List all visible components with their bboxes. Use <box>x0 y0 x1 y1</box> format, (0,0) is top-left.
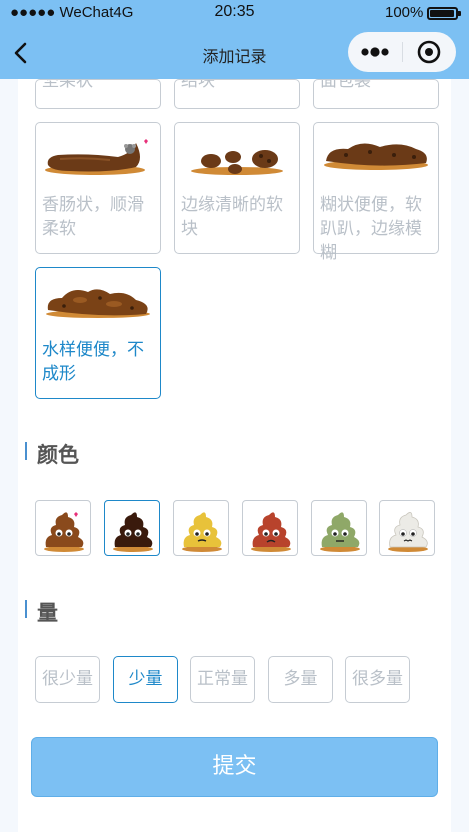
stool-type-label: 水样便便，不成形 <box>42 340 144 384</box>
status-bar: ●●●●● WeChat4G 20:35 100% <box>0 0 469 26</box>
stool-type-label: 边缘清晰的软块 <box>181 195 283 239</box>
stool-type-option-cracked[interactable]: 面包裂 <box>313 79 439 109</box>
stool-type-option-nut[interactable]: 坚果状 <box>35 79 161 109</box>
mushy-stool-illustration <box>324 143 428 170</box>
color-swatch-yellow[interactable] <box>173 500 229 556</box>
section-accent-bar <box>25 442 27 460</box>
watery-stool-illustration <box>46 289 150 318</box>
red-poop-icon <box>251 512 291 552</box>
amount-option-more[interactable]: 多量 <box>268 656 333 703</box>
color-swatch-green[interactable] <box>311 500 367 556</box>
stool-type-label: 结块 <box>181 79 215 91</box>
color-swatch-red[interactable] <box>242 500 298 556</box>
amount-option-very-little[interactable]: 很少量 <box>35 656 100 703</box>
more-dots-icon[interactable] <box>348 32 402 72</box>
battery-percent: 100% <box>385 4 424 21</box>
stool-type-option-mushy[interactable]: 糊状便便，软趴趴，边缘模糊 <box>313 122 439 263</box>
stool-type-label: 面包裂 <box>320 79 371 91</box>
section-accent-bar <box>25 600 27 618</box>
soft-blobs-stool-illustration <box>191 150 283 175</box>
stool-type-label: 香肠状，顺滑柔软 <box>42 195 144 239</box>
submit-button[interactable]: 提交 <box>31 737 438 797</box>
stool-type-label: 坚果状 <box>42 79 93 91</box>
stool-type-option-lumpy[interactable]: 结块 <box>174 79 300 109</box>
amount-option-a-lot[interactable]: 很多量 <box>345 656 410 703</box>
dark-brown-poop-icon <box>113 512 153 552</box>
color-swatch-brown[interactable] <box>35 500 91 556</box>
navigation-bar: 添加记录 <box>0 26 469 79</box>
stool-type-label: 糊状便便，软趴趴，边缘模糊 <box>320 195 422 263</box>
color-swatch-dark-brown[interactable] <box>104 500 160 556</box>
sausage-stool-illustration <box>45 139 148 175</box>
stool-type-option-watery[interactable]: 水样便便，不成形 <box>35 267 161 399</box>
amount-option-normal[interactable]: 正常量 <box>190 656 255 703</box>
stool-type-option-soft-blobs[interactable]: 边缘清晰的软块 <box>174 122 300 254</box>
green-poop-icon <box>320 512 360 552</box>
color-swatch-white[interactable] <box>379 500 435 556</box>
stool-type-option-sausage[interactable]: 香肠状，顺滑柔软 <box>35 122 161 254</box>
section-heading: 量 <box>37 601 58 625</box>
section-heading: 颜色 <box>37 443 79 467</box>
amount-option-little[interactable]: 少量 <box>113 656 178 703</box>
mini-program-capsule <box>348 32 456 72</box>
brown-poop-icon <box>44 512 84 552</box>
yellow-poop-icon <box>182 512 222 552</box>
white-poop-icon <box>388 512 428 552</box>
battery-icon <box>427 7 461 20</box>
target-close-icon[interactable] <box>402 32 456 72</box>
